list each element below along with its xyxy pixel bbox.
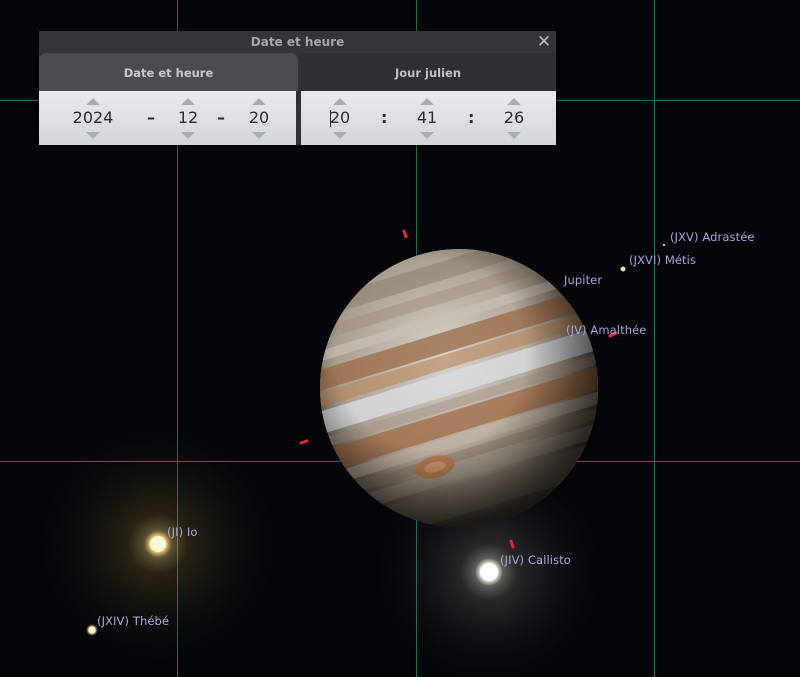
second-value[interactable]: 26 [489, 108, 539, 128]
day-up-arrow-icon[interactable] [252, 98, 266, 105]
month-down-arrow-icon[interactable] [181, 132, 195, 139]
month-up-arrow-icon[interactable] [181, 98, 195, 105]
date-separator-1: – [147, 108, 155, 127]
label-callisto[interactable]: (JIV) Callisto [500, 553, 571, 567]
label-metis[interactable]: (JXVI) Métis [629, 253, 696, 267]
year-up-arrow-icon[interactable] [86, 98, 100, 105]
metis-moon[interactable] [620, 266, 626, 272]
close-icon[interactable]: ✕ [534, 32, 554, 52]
hour-spinner[interactable]: 20 [315, 91, 365, 145]
jupiter-planet[interactable] [270, 220, 649, 552]
hour-value[interactable]: 20 [315, 108, 365, 128]
label-amalthea[interactable]: (JV) Amalthée [566, 323, 646, 337]
month-spinner[interactable]: 12 [163, 91, 213, 145]
day-spinner[interactable]: 20 [234, 91, 284, 145]
date-panel: 2024 – 12 – 20 [39, 91, 296, 145]
month-value[interactable]: 12 [163, 108, 213, 128]
time-separator-2: : [468, 108, 475, 127]
label-io[interactable]: (JI) Io [167, 525, 198, 539]
second-spinner[interactable]: 26 [489, 91, 539, 145]
second-up-arrow-icon[interactable] [507, 98, 521, 105]
dialog-title: Date et heure [250, 35, 345, 49]
day-value[interactable]: 20 [234, 108, 284, 128]
year-down-arrow-icon[interactable] [86, 132, 100, 139]
minute-up-arrow-icon[interactable] [420, 98, 434, 105]
text-caret [330, 110, 331, 127]
label-thebe[interactable]: (JXIV) Thébé [97, 614, 169, 628]
label-adrastea[interactable]: (JXV) Adrastée [670, 230, 755, 244]
date-separator-2: – [217, 108, 225, 127]
minute-value[interactable]: 41 [402, 108, 452, 128]
hour-down-arrow-icon[interactable] [333, 132, 347, 139]
minute-down-arrow-icon[interactable] [420, 132, 434, 139]
tab-date-time[interactable]: Date et heure [39, 53, 298, 91]
adrastea-moon[interactable] [663, 244, 665, 246]
hour-up-arrow-icon[interactable] [333, 98, 347, 105]
year-spinner[interactable]: 2024 [68, 91, 118, 145]
date-time-dialog: Date et heure ✕ Date et heure Jour julie… [39, 31, 556, 145]
day-down-arrow-icon[interactable] [252, 132, 266, 139]
tab-julian-day[interactable]: Jour julien [300, 53, 556, 91]
minute-spinner[interactable]: 41 [402, 91, 452, 145]
second-down-arrow-icon[interactable] [507, 132, 521, 139]
label-jupiter[interactable]: Jupiter [564, 273, 602, 287]
time-panel: 20 : 41 : 26 [301, 91, 556, 145]
year-value[interactable]: 2024 [68, 108, 118, 128]
dialog-titlebar[interactable]: Date et heure ✕ [39, 31, 556, 53]
time-separator-1: : [381, 108, 388, 127]
